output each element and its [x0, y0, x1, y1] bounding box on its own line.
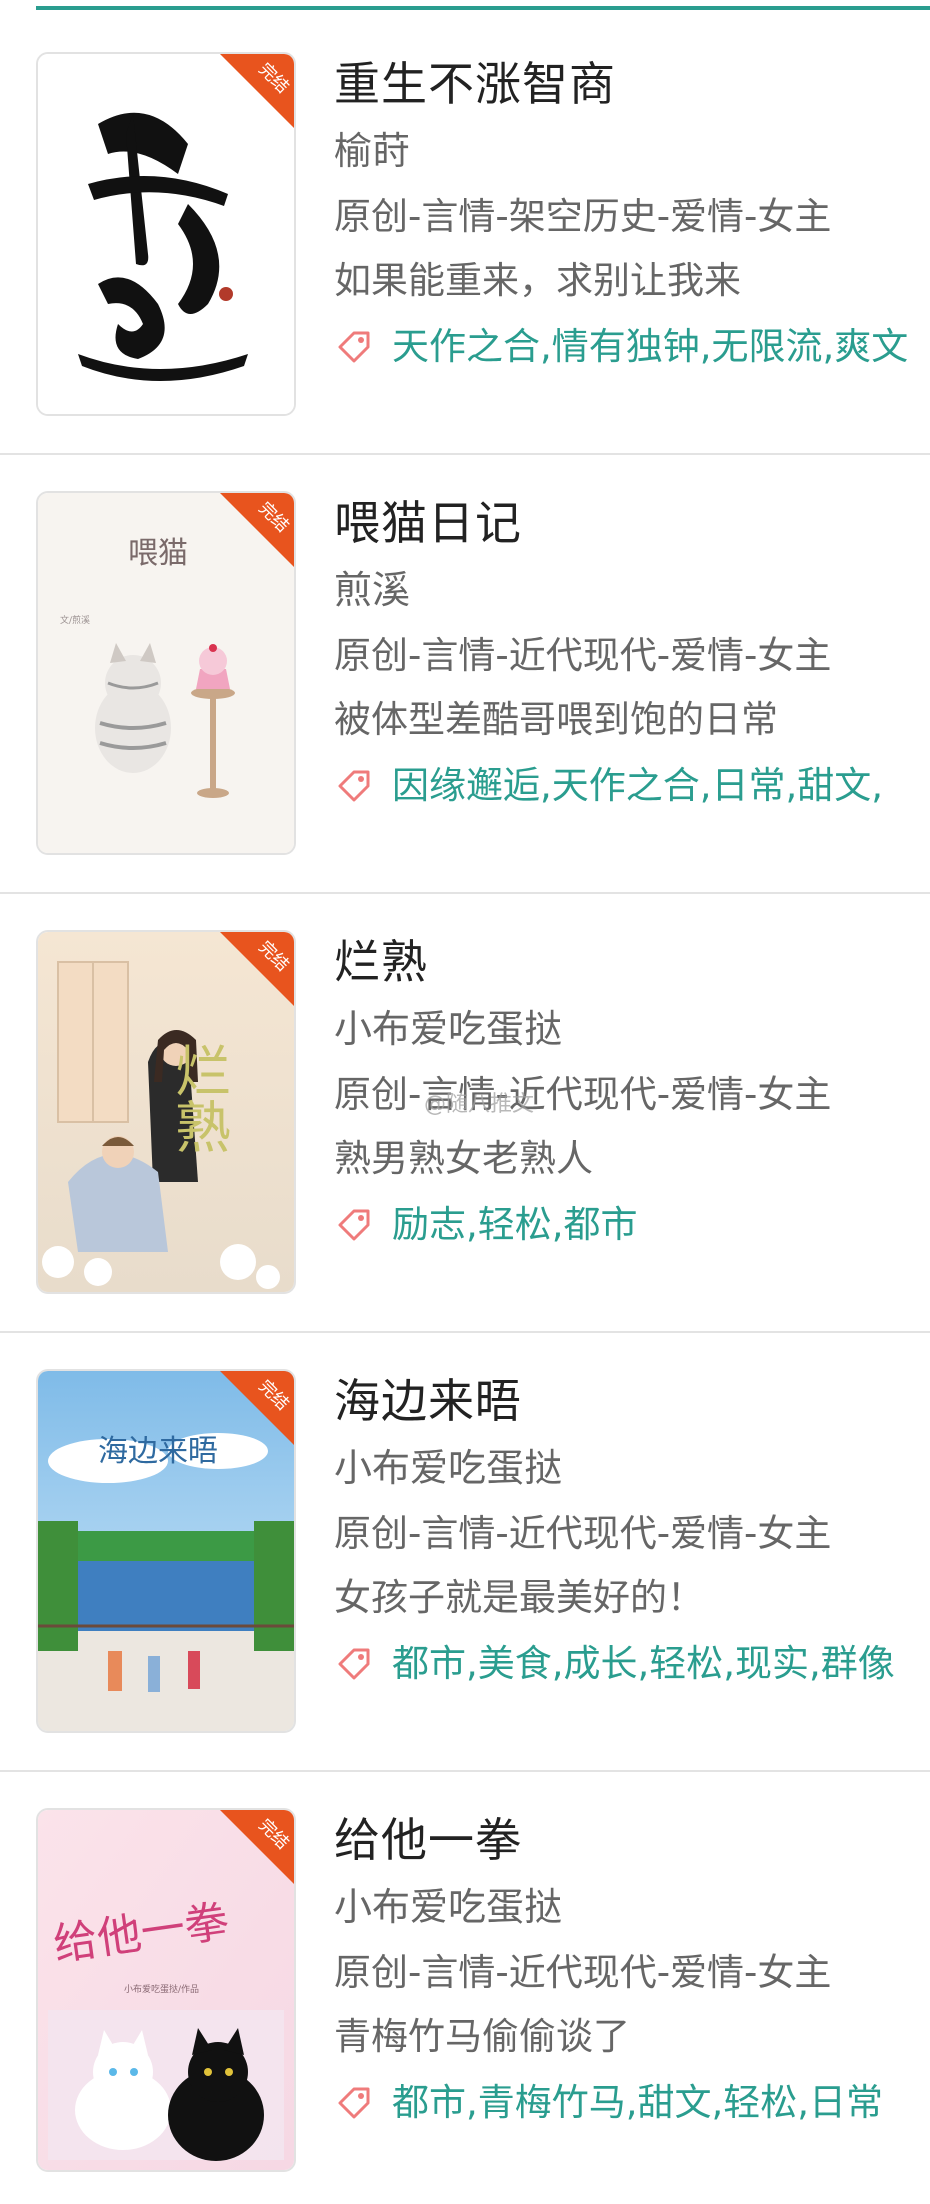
- book-blurb: 女孩子就是最美好的！: [334, 1576, 704, 1619]
- book-tags[interactable]: 因缘邂逅,天作之合,日常,甜文,: [392, 757, 883, 815]
- completed-badge: 完结: [220, 1810, 294, 1884]
- book-item[interactable]: 完结 重生不涨智商 榆莳 原创-言情-架空历史-爱情-女主 如果能重来，求别让我…: [0, 16, 930, 455]
- book-blurb: 青梅竹马偷偷谈了: [334, 2015, 630, 2058]
- book-info: 喂猫日记 煎溪 原创-言情-近代现代-爱情-女主 被体型差酷哥喂到饱的日常 因缘…: [334, 491, 930, 817]
- book-title[interactable]: 重生不涨智商: [334, 52, 930, 116]
- book-title[interactable]: 给他一拳: [334, 1808, 930, 1872]
- book-list-page: 完结 重生不涨智商 榆莳 原创-言情-架空历史-爱情-女主 如果能重来，求别让我…: [0, 0, 930, 2204]
- cover-author: 小布爱吃蛋挞/作品: [124, 1983, 199, 1995]
- book-blurb: 被体型差酷哥喂到饱的日常: [334, 698, 778, 741]
- book-category: 原创-言情-近代现代-爱情-女主: [334, 1512, 832, 1555]
- book-item[interactable]: 给他一拳 小布爱吃蛋挞/作品 完结 给他一拳 小布爱吃蛋挞 原创-言情-近代现代…: [0, 1772, 930, 2204]
- cover-title: 海边来晤: [98, 1434, 218, 1469]
- book-tags-row: 因缘邂逅,天作之合,日常,甜文,: [334, 755, 930, 817]
- book-tags-row: 都市,美食,成长,轻松,现实,群像: [334, 1633, 930, 1695]
- book-item[interactable]: 喂猫 文/煎溪 完结 喂猫日记 煎溪 原创-言情-近代现代-爱情-女主 被体型差…: [0, 455, 930, 894]
- book-tags-row: 都市,青梅竹马,甜文,轻松,日常: [334, 2072, 930, 2134]
- book-author[interactable]: 煎溪: [334, 561, 930, 619]
- book-author[interactable]: 榆莳: [334, 122, 930, 180]
- book-tags[interactable]: 励志,轻松,都市: [392, 1196, 638, 1254]
- book-tags[interactable]: 天作之合,情有独钟,无限流,爽文: [392, 318, 908, 376]
- book-cover[interactable]: 给他一拳 小布爱吃蛋挞/作品 完结: [36, 1808, 296, 2172]
- tag-icon: [338, 1209, 370, 1241]
- tag-icon: [338, 770, 370, 802]
- book-tags[interactable]: 都市,青梅竹马,甜文,轻松,日常: [392, 2074, 883, 2132]
- book-author[interactable]: 小布爱吃蛋挞: [334, 1878, 930, 1936]
- book-category: 原创-言情-架空历史-爱情-女主: [334, 195, 832, 238]
- book-title[interactable]: 海边来晤: [334, 1369, 930, 1433]
- book-cover[interactable]: 完结: [36, 52, 296, 416]
- completed-badge: 完结: [220, 932, 294, 1006]
- cover-title: 喂猫: [128, 536, 188, 571]
- watermark: @随八推文: [424, 1092, 535, 1117]
- tag-icon: [338, 331, 370, 363]
- book-title[interactable]: 烂熟: [334, 930, 930, 994]
- book-cover[interactable]: 喂猫 文/煎溪 完结: [36, 491, 296, 855]
- completed-badge: 完结: [220, 1371, 294, 1445]
- cover-author: 文/煎溪: [60, 614, 90, 626]
- book-tags-row: 励志,轻松,都市: [334, 1194, 930, 1256]
- book-author[interactable]: 小布爱吃蛋挞: [334, 1000, 930, 1058]
- book-cover[interactable]: 海边来晤 完结: [36, 1369, 296, 1733]
- book-blurb: 如果能重来，求别让我来: [334, 259, 741, 302]
- book-blurb: 熟男熟女老熟人: [334, 1137, 593, 1180]
- cover-title: 烂熟: [166, 1042, 231, 1154]
- book-info: 海边来晤 小布爱吃蛋挞 原创-言情-近代现代-爱情-女主 女孩子就是最美好的！ …: [334, 1369, 930, 1695]
- book-category: 原创-言情-近代现代-爱情-女主: [334, 634, 832, 677]
- completed-badge: 完结: [220, 54, 294, 128]
- completed-badge: 完结: [220, 493, 294, 567]
- book-info: 给他一拳 小布爱吃蛋挞 原创-言情-近代现代-爱情-女主 青梅竹马偷偷谈了 都市…: [334, 1808, 930, 2134]
- book-info: 重生不涨智商 榆莳 原创-言情-架空历史-爱情-女主 如果能重来，求别让我来 天…: [334, 52, 930, 378]
- book-tags[interactable]: 都市,美食,成长,轻松,现实,群像: [392, 1635, 895, 1693]
- book-author[interactable]: 小布爱吃蛋挞: [334, 1439, 930, 1497]
- tag-icon: [338, 2087, 370, 2119]
- tag-icon: [338, 1648, 370, 1680]
- book-category: 原创-言情-近代现代-爱情-女主: [334, 1951, 832, 1994]
- book-cover[interactable]: 烂熟 完结: [36, 930, 296, 1294]
- book-title[interactable]: 喂猫日记: [334, 491, 930, 555]
- book-tags-row: 天作之合,情有独钟,无限流,爽文: [334, 316, 930, 378]
- top-divider: [36, 6, 930, 10]
- book-item[interactable]: 海边来晤 完结 海边来晤 小布爱吃蛋挞 原创-言情-近代现代-爱情-女主 女孩子…: [0, 1333, 930, 1772]
